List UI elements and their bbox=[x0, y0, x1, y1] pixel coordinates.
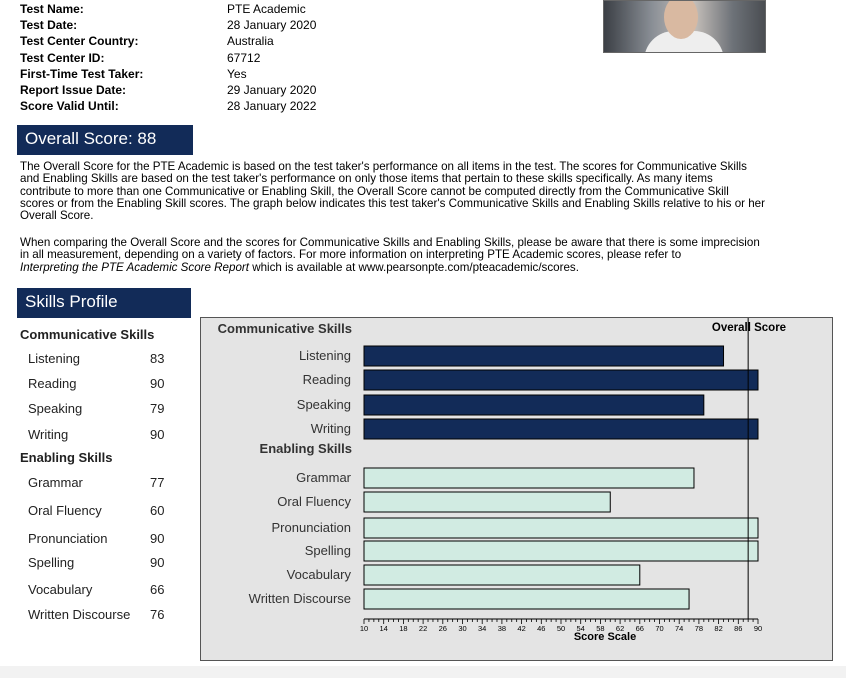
test-info-value: Yes bbox=[227, 66, 247, 81]
chart-category-label: Writing bbox=[311, 421, 351, 436]
overall-score-description: The Overall Score for the PTE Academic i… bbox=[20, 160, 765, 223]
skill-score: 90 bbox=[150, 555, 165, 570]
test-info-value: 67712 bbox=[227, 50, 261, 65]
skill-label: Written Discourse bbox=[28, 607, 131, 622]
chart-tick-label: 10 bbox=[360, 624, 368, 633]
test-info-value: Australia bbox=[227, 34, 274, 49]
test-taker-photo bbox=[603, 0, 766, 53]
skill-score: 83 bbox=[150, 351, 165, 366]
chart-tick-label: 90 bbox=[754, 624, 762, 633]
skill-score: 90 bbox=[150, 531, 165, 546]
chart-tick-label: 50 bbox=[557, 624, 565, 633]
skill-label: Vocabulary bbox=[28, 582, 93, 597]
skill-label: Spelling bbox=[28, 555, 75, 570]
chart-tick-label: 26 bbox=[439, 624, 447, 633]
chart-bar bbox=[363, 369, 759, 391]
chart-bar bbox=[363, 564, 641, 586]
overall-score-banner: Overall Score: 88 bbox=[17, 125, 193, 155]
chart-bar bbox=[363, 467, 695, 489]
chart-category-label: Pronunciation bbox=[272, 520, 352, 535]
skill-label: Writing bbox=[28, 427, 69, 442]
chart-tick-label: 78 bbox=[695, 624, 703, 633]
chart-tick-label: 86 bbox=[734, 624, 742, 633]
skill-score: 76 bbox=[150, 607, 165, 622]
chart-bar bbox=[363, 540, 759, 562]
chart-category-label: Reading bbox=[303, 372, 351, 387]
skill-score: 90 bbox=[150, 427, 165, 442]
chart-tick-label: 70 bbox=[655, 624, 663, 633]
chart-group-heading: Enabling Skills bbox=[260, 441, 352, 456]
note-reference-title: Interpreting the PTE Academic Score Repo… bbox=[20, 260, 249, 274]
skill-score: 60 bbox=[150, 503, 165, 518]
skill-label: Speaking bbox=[28, 401, 83, 416]
skill-label: Oral Fluency bbox=[28, 503, 102, 518]
chart-category-label: Spelling bbox=[305, 543, 351, 558]
skills-profile-banner: Skills Profile bbox=[17, 288, 191, 318]
chart-tick-label: 18 bbox=[399, 624, 407, 633]
communicative-skills-heading: Communicative Skills bbox=[20, 327, 155, 342]
score-imprecision-note: When comparing the Overall Score and the… bbox=[20, 236, 765, 274]
test-info-value: PTE Academic bbox=[227, 2, 306, 16]
skill-label: Pronunciation bbox=[28, 531, 108, 546]
chart-tick-label: 66 bbox=[636, 624, 644, 633]
test-info-label: Test Date: bbox=[20, 18, 78, 33]
chart-bar bbox=[363, 491, 611, 513]
test-info-label: Test Center ID: bbox=[20, 50, 105, 65]
chart-category-label: Grammar bbox=[296, 470, 352, 485]
chart-tick-label: 14 bbox=[380, 624, 388, 633]
skill-score: 77 bbox=[150, 475, 165, 490]
note-tail: which is available at www.pearsonpte.com… bbox=[248, 260, 579, 274]
chart-tick-label: 46 bbox=[537, 624, 545, 633]
chart-group-heading: Communicative Skills bbox=[218, 321, 352, 336]
chart-tick-label: 42 bbox=[517, 624, 525, 633]
test-info-label: Test Name: bbox=[20, 2, 84, 16]
chart-tick-label: 22 bbox=[419, 624, 427, 633]
enabling-skills-heading: Enabling Skills bbox=[20, 450, 113, 465]
skill-label: Grammar bbox=[28, 475, 83, 490]
test-info-value: 28 January 2022 bbox=[227, 99, 317, 114]
chart-tick-label: 74 bbox=[675, 624, 683, 633]
chart-category-label: Written Discourse bbox=[249, 591, 351, 606]
skill-score: 79 bbox=[150, 401, 165, 416]
skill-label: Reading bbox=[28, 376, 77, 391]
chart-bar bbox=[363, 517, 759, 539]
chart-tick-label: 82 bbox=[714, 624, 722, 633]
test-info-label: Test Center Country: bbox=[20, 34, 139, 49]
overall-score-line-label: Overall Score bbox=[712, 322, 786, 334]
test-info-value: 29 January 2020 bbox=[227, 82, 317, 97]
test-info-value: 28 January 2020 bbox=[227, 18, 317, 33]
chart-tick-label: 34 bbox=[478, 624, 486, 633]
page-bottom-strip bbox=[0, 666, 846, 678]
skill-label: Listening bbox=[28, 351, 81, 366]
chart-bar bbox=[363, 418, 759, 440]
skills-chart: Communicative Skills Listening Reading Spea… bbox=[200, 317, 833, 661]
chart-category-label: Speaking bbox=[297, 397, 351, 412]
chart-tick-label: 30 bbox=[458, 624, 466, 633]
chart-category-label: Listening bbox=[299, 348, 351, 363]
chart-bar bbox=[363, 345, 725, 367]
note-text: When comparing the Overall Score and the… bbox=[20, 236, 760, 262]
chart-tick-label: 38 bbox=[498, 624, 506, 633]
chart-category-label: Oral Fluency bbox=[277, 494, 351, 509]
skill-score: 90 bbox=[150, 376, 165, 391]
skills-chart-svg: Communicative Skills Listening Reading Spea… bbox=[218, 318, 786, 643]
test-info-label: Score Valid Until: bbox=[20, 99, 119, 114]
chart-category-label: Vocabulary bbox=[287, 567, 352, 582]
chart-bar bbox=[363, 588, 690, 610]
test-info-label: Report Issue Date: bbox=[20, 82, 127, 97]
chart-x-axis-label: Score Scale bbox=[574, 631, 636, 643]
chart-bar bbox=[363, 394, 705, 416]
skill-score: 66 bbox=[150, 582, 165, 597]
test-info-label: First-Time Test Taker: bbox=[20, 66, 144, 81]
